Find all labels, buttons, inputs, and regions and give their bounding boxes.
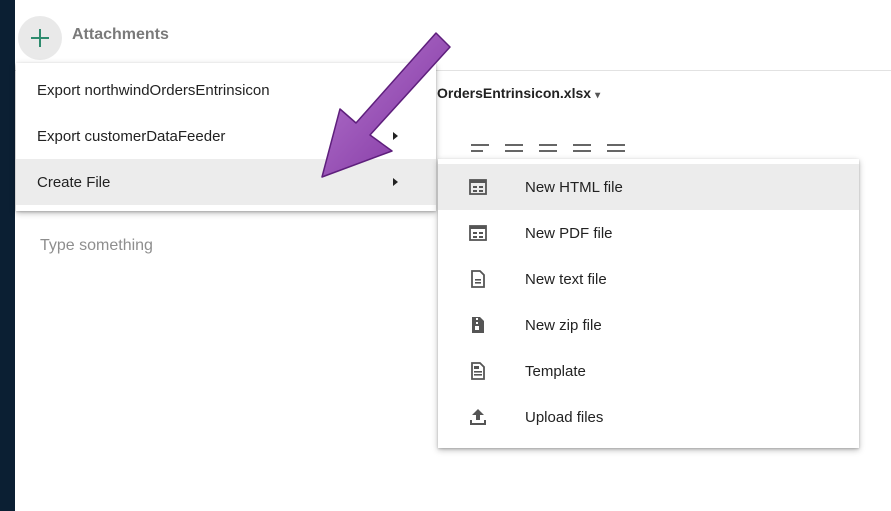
submenu-item-new-pdf[interactable]: New PDF file (438, 210, 859, 256)
editor-placeholder[interactable]: Type something (40, 237, 153, 255)
submenu-item-label: New PDF file (525, 224, 613, 242)
page: Attachments OrdersEntrinsicon.xlsx ▾ Type… (15, 6, 891, 511)
upload-icon (470, 409, 486, 425)
bullet-list-icon[interactable] (539, 140, 561, 160)
submenu-item-new-html[interactable]: New HTML file (438, 164, 859, 210)
align-icon[interactable] (471, 140, 493, 160)
menu-item-label: Export northwindOrdersEntrinsicon (37, 81, 270, 99)
submenu-item-template[interactable]: Template (438, 348, 859, 394)
file-title[interactable]: OrdersEntrinsicon.xlsx ▾ (437, 85, 600, 101)
chevron-down-icon: ▾ (595, 90, 601, 101)
submenu-item-label: Upload files (525, 408, 604, 426)
create-file-submenu: New HTML file New PDF file New text file (438, 159, 859, 448)
menu-item-export-northwind[interactable]: Export northwindOrdersEntrinsicon (16, 67, 436, 113)
submenu-arrow-icon (393, 178, 398, 186)
pdf-file-icon (469, 225, 487, 241)
submenu-arrow-icon (393, 132, 398, 140)
submenu-item-label: New text file (525, 270, 607, 288)
html-file-icon (469, 179, 487, 195)
attachments-label: Attachments (72, 26, 169, 43)
numbered-list-icon[interactable] (505, 140, 527, 160)
file-title-text: OrdersEntrinsicon.xlsx (437, 85, 592, 101)
submenu-item-new-zip[interactable]: New zip file (438, 302, 859, 348)
submenu-item-upload-files[interactable]: Upload files (438, 394, 859, 440)
menu-item-create-file[interactable]: Create File (16, 159, 436, 205)
attachments-row: Attachments (15, 6, 891, 64)
menu-item-label: Export customerDataFeeder (37, 127, 226, 145)
attachments-menu: Export northwindOrdersEntrinsicon Export… (16, 63, 436, 211)
menu-item-export-customer[interactable]: Export customerDataFeeder (16, 113, 436, 159)
text-file-icon (471, 270, 485, 288)
outdent-icon[interactable] (573, 140, 595, 160)
template-icon (471, 362, 485, 380)
menu-item-label: Create File (37, 173, 111, 191)
submenu-item-label: New zip file (525, 316, 602, 334)
plus-icon (31, 29, 49, 47)
submenu-item-new-text[interactable]: New text file (438, 256, 859, 302)
indent-icon[interactable] (607, 140, 629, 160)
add-attachment-button[interactable] (18, 16, 62, 60)
submenu-item-label: Template (525, 362, 586, 380)
submenu-item-label: New HTML file (525, 178, 623, 196)
zip-file-icon (472, 317, 484, 333)
